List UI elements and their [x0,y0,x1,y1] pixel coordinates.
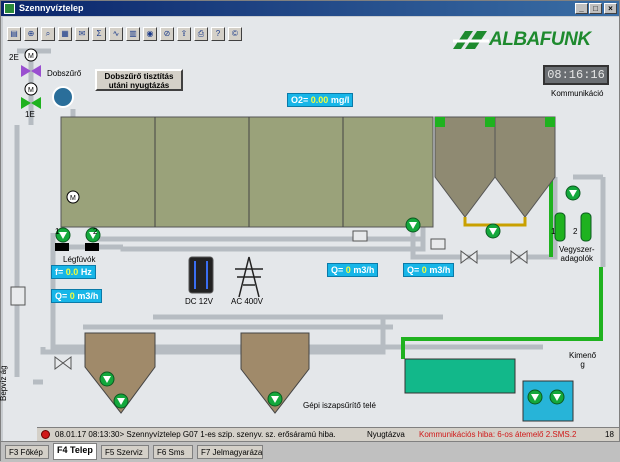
application-window: Szennyvíztelep _ □ × ▤ ⊕ ⌕ ▦ ✉ Σ ∿ ▥ ◉ ⊘ ⇪ ⎙? © ALBA… [0,0,620,462]
bypass-label: Bepvíz ág [0,365,8,401]
dc-label: DC 12V [185,297,214,306]
svg-text:M: M [28,87,34,94]
app-icon [4,3,15,14]
tab-f5[interactable]: F5 Szerviz [101,445,149,459]
flow-meter-1 [352,230,368,242]
o2-readout: O2= 0.00 mg/l [287,93,354,107]
svg-text:M: M [70,195,76,202]
frequency-readout: f= 0.0 Hz [51,265,96,279]
alarm-count: 18 [605,430,614,439]
clarifier-right [494,116,556,218]
title-bar: Szennyvíztelep _ □ × [1,1,619,16]
outflow-channel [404,358,516,394]
flow-meter-2 [430,238,446,250]
aeration-basin [60,116,434,228]
frequency-value: 0.0 [65,267,79,277]
window-title: Szennyvíztelep [19,3,84,13]
tab-f4[interactable]: F4 Telep [53,443,97,460]
battery-icon [188,256,214,294]
flow-readout-2: Q= 0 m3/h [327,263,379,277]
outflow-label: Kimenő g [569,351,597,369]
clarifier-inlet-right [545,117,555,127]
flow-meter-bypass [10,286,26,306]
blower-2-base [85,243,99,251]
valve-1e-label: 1E [25,110,35,119]
tab-f6[interactable]: F6 Sms [153,445,193,459]
o2-value: 0.00 [310,95,329,105]
clarifier-left [434,116,496,218]
doser-2-number: 2 [573,227,578,236]
blower-1-base [55,243,69,251]
comm-error: Kommunikációs hiba: 6-os átemelő 2.SMS.2 [419,430,577,439]
chemical-dosing-label: Vegyszer- adagolók [559,245,595,263]
flow-value-1: 0 [69,291,75,301]
doser-1-number: 1 [551,227,556,236]
clarifier-inlet-left [435,117,445,127]
pylon-icon [235,256,263,298]
ac-label: AC 400V [231,297,264,306]
status-bar: 08.01.17 08:13:30> Szennyvíztelep G07 1-… [37,427,619,441]
flow-readout-3: Q= 0 m3/h [403,263,455,277]
flow-readout-1: Q= 0 m3/h [51,289,103,303]
process-canvas: ▤ ⊕ ⌕ ▦ ✉ Σ ∿ ▥ ◉ ⊘ ⇪ ⎙? © ALBAFUNK 08:16:16 Kommuni… [0,17,619,441]
flow-value-3: 0 [421,265,427,275]
tab-f7[interactable]: F7 Jelmagyaráza [197,445,263,459]
drum-filter-icon [52,86,74,108]
chemical-doser-2 [580,212,592,242]
svg-text:M: M [28,53,34,60]
alarm-icon[interactable] [41,430,50,439]
ack-status: Nyugtázva [367,430,405,439]
flow-value-2: 0 [345,265,351,275]
valve-2e-label: 2E [9,53,19,62]
blower-1-number: 1 [55,227,60,236]
blower-2-number: 2 [93,227,98,236]
close-button[interactable]: × [604,3,617,14]
chemical-doser-1 [554,212,566,242]
tab-f3[interactable]: F3 Főkép [5,445,49,459]
minimize-button[interactable]: _ [575,3,588,14]
blowers-label: Légfúvók [63,255,96,264]
drum-filter-label: Dobszűrő [47,69,82,78]
clarifier-inlet-mid [485,117,495,127]
alarm-message[interactable]: 08.01.17 08:13:30> Szennyvíztelep G07 1-… [55,428,336,441]
sludge-thickener-label: Gépi iszapsűrítő telé [303,401,376,410]
tab-bar: F3 Főkép F4 Telep F5 Szerviz F6 Sms F7 Jelma… [1,441,620,462]
maximize-button[interactable]: □ [589,3,602,14]
